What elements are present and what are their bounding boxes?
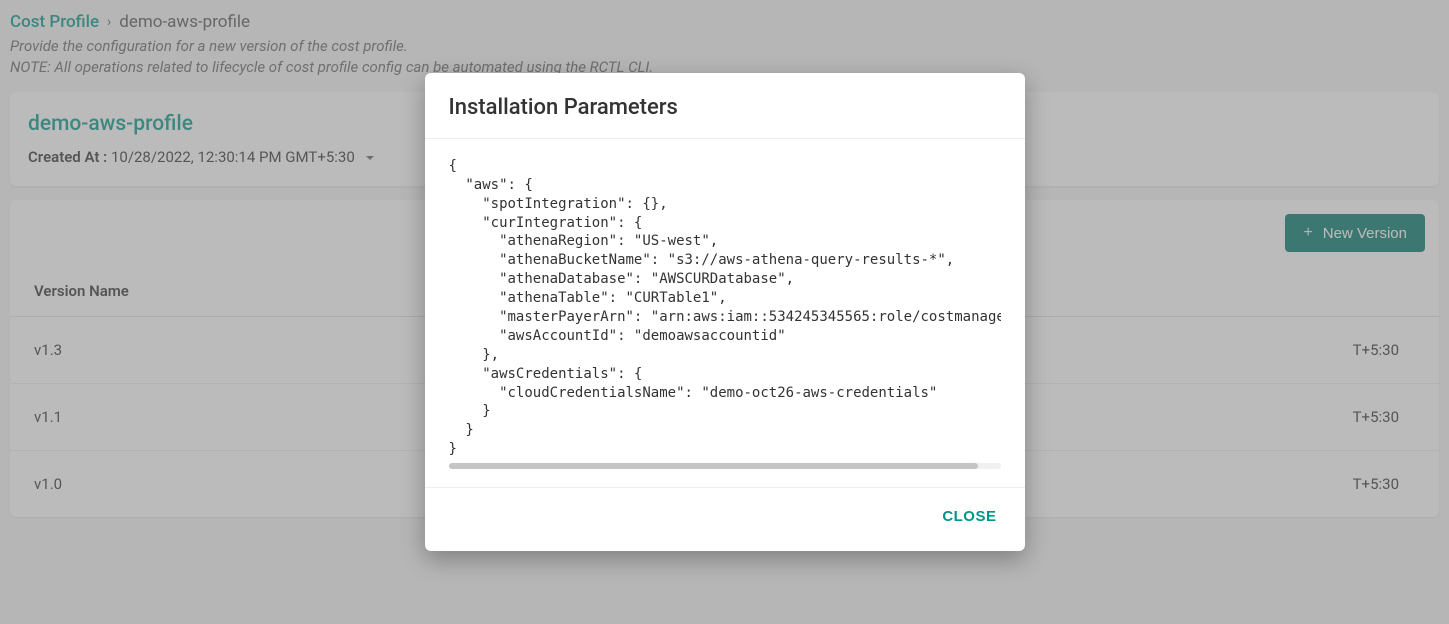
scrollbar-thumb[interactable]: [449, 463, 979, 469]
horizontal-scrollbar[interactable]: [449, 463, 1001, 469]
modal-body: { "aws": { "spotIntegration": {}, "curIn…: [425, 139, 1025, 487]
close-button[interactable]: CLOSE: [932, 500, 1006, 533]
modal-title: Installation Parameters: [425, 73, 1025, 139]
installation-parameters-modal: Installation Parameters { "aws": { "spot…: [425, 73, 1025, 551]
modal-footer: CLOSE: [425, 487, 1025, 551]
json-content[interactable]: { "aws": { "spotIntegration": {}, "curIn…: [449, 157, 1001, 459]
modal-overlay[interactable]: Installation Parameters { "aws": { "spot…: [0, 0, 1449, 624]
